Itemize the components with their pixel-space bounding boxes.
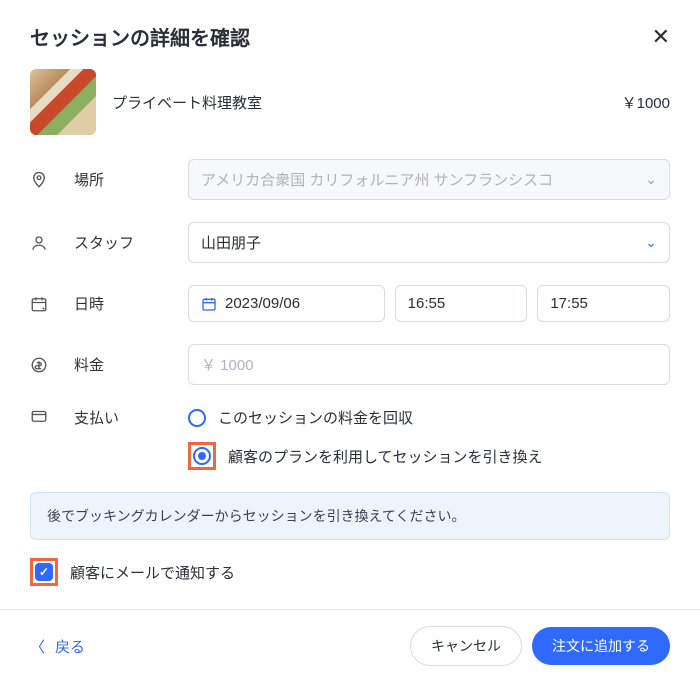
fee-label: 料金 xyxy=(74,354,188,375)
staff-icon xyxy=(30,234,74,252)
start-time-input[interactable]: 16:55 xyxy=(395,285,528,322)
location-value: アメリカ合衆国 カリフォルニア州 サンフランシスコ xyxy=(201,169,553,190)
fee-placeholder: ￥ 1000 xyxy=(201,354,254,375)
notify-label: 顧客にメールで通知する xyxy=(70,562,235,583)
radio-icon xyxy=(188,409,206,427)
checkbox-icon: ✓ xyxy=(35,563,53,581)
payment-icon xyxy=(30,407,74,425)
modal-title: セッションの詳細を確認 xyxy=(30,22,250,51)
notify-checkbox-row[interactable]: ✓ 顧客にメールで通知する xyxy=(30,558,670,586)
payment-option-redeem-label: 顧客のプランを利用してセッションを引き換え xyxy=(228,446,543,467)
datetime-label: 日時 xyxy=(74,293,188,314)
payment-option-redeem[interactable]: 顧客のプランを利用してセッションを引き換え xyxy=(188,442,670,470)
payment-option-collect[interactable]: このセッションの料金を回収 xyxy=(188,407,670,428)
session-thumbnail xyxy=(30,69,96,135)
location-select[interactable]: アメリカ合衆国 カリフォルニア州 サンフランシスコ ⌄ xyxy=(188,159,670,200)
staff-value: 山田朋子 xyxy=(201,232,261,253)
chevron-down-icon: ⌄ xyxy=(645,171,657,188)
location-label: 場所 xyxy=(74,169,188,190)
staff-label: スタッフ xyxy=(74,232,188,253)
date-input[interactable]: 2023/09/06 xyxy=(188,285,385,322)
payment-option-collect-label: このセッションの料金を回収 xyxy=(218,407,413,428)
session-price: ￥1000 xyxy=(622,92,670,113)
fee-icon xyxy=(30,356,74,374)
date-value: 2023/09/06 xyxy=(225,295,372,312)
highlight-marker xyxy=(188,442,216,470)
highlight-marker: ✓ xyxy=(30,558,58,586)
calendar-icon xyxy=(201,296,217,312)
cancel-button[interactable]: キャンセル xyxy=(410,626,522,666)
fee-input[interactable]: ￥ 1000 xyxy=(188,344,670,385)
submit-button[interactable]: 注文に追加する xyxy=(532,627,670,665)
session-name: プライベート料理教室 xyxy=(112,92,262,113)
radio-icon xyxy=(193,447,211,465)
back-label: 戻る xyxy=(55,636,85,657)
datetime-icon xyxy=(30,295,74,313)
location-icon xyxy=(30,171,74,189)
chevron-left-icon: 〈 xyxy=(30,636,45,657)
staff-select[interactable]: 山田朋子 ⌄ xyxy=(188,222,670,263)
close-icon[interactable]: ✕ xyxy=(652,26,670,48)
payment-label: 支払い xyxy=(74,407,188,428)
end-time-input[interactable]: 17:55 xyxy=(537,285,670,322)
chevron-down-icon: ⌄ xyxy=(645,234,657,251)
info-banner: 後でブッキングカレンダーからセッションを引き換えてください。 xyxy=(30,492,670,540)
back-link[interactable]: 〈 戻る xyxy=(30,636,85,657)
